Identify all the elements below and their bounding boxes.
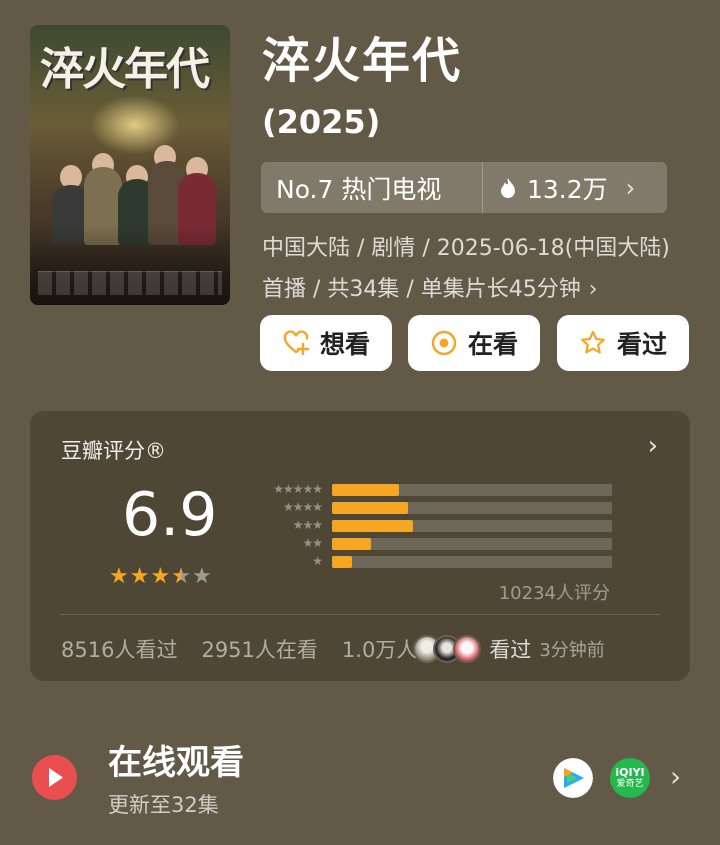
watched-label: 看过	[616, 330, 667, 359]
star-icon: ★	[129, 564, 150, 589]
show-title: 淬火年代	[262, 33, 463, 89]
star-half-icon: ★	[171, 564, 191, 589]
rating-score: 6.9	[122, 480, 218, 550]
target-icon	[431, 330, 457, 356]
friend-avatars[interactable]	[413, 635, 482, 663]
distribution-bar	[332, 537, 372, 550]
distribution-row: ★★★★★	[250, 483, 612, 496]
distribution-track	[332, 537, 612, 550]
chevron-right-icon: ›	[588, 277, 598, 302]
want-to-watch-label: 想看	[319, 330, 370, 359]
want-count: 1.0万人	[341, 638, 418, 662]
chevron-right-icon[interactable]: ›	[648, 431, 658, 461]
distribution-bar	[332, 483, 400, 496]
rating-card[interactable]: 豆瓣评分® › 6.9 ★ ★ ★ ★ ★ ★★★★★ ★★★★ ★★★ ★★ ★ 10…	[30, 411, 690, 681]
meta-text: 中国大陆 / 剧情 / 2025-06-18(中国大陆)首播 / 共34集 / …	[262, 236, 670, 302]
poster-title-logo: 淬火年代	[40, 44, 210, 95]
show-year: (2025)	[262, 103, 381, 141]
star-outline-icon	[581, 330, 605, 354]
distribution-stars: ★★★★	[282, 500, 323, 514]
watching-count: 2951人在看	[201, 638, 318, 662]
distribution-bar	[332, 555, 352, 568]
flame-icon	[501, 177, 515, 198]
distribution-stars: ★★	[302, 536, 323, 550]
chevron-right-icon[interactable]: ›	[670, 760, 681, 793]
avatar	[453, 635, 482, 663]
star-empty-icon: ★	[191, 564, 212, 589]
rank-label[interactable]: No.7 热门电视	[261, 162, 483, 213]
rating-footer[interactable]: 8516人看过 2951人在看 1.0万人 看过 3分钟前	[61, 633, 660, 665]
rating-title: 豆瓣评分®	[61, 439, 166, 463]
distribution-stars: ★	[312, 554, 323, 568]
heat-indicator[interactable]: 13.2万 ›	[483, 170, 667, 206]
distribution-row: ★★	[250, 537, 612, 550]
divider	[60, 614, 660, 615]
time-ago: 3分钟前	[539, 640, 605, 661]
distribution-track	[332, 501, 612, 514]
rating-stars: ★ ★ ★ ★ ★	[109, 565, 213, 589]
distribution-row: ★★★	[250, 519, 612, 532]
iqiyi-logo-text: iQIYI	[615, 765, 645, 779]
distribution-track	[332, 483, 612, 496]
watched-button[interactable]: 看过	[557, 315, 689, 371]
rating-count: 10234人评分	[498, 583, 610, 604]
friend-action: 看过	[489, 638, 532, 662]
tencent-video-icon[interactable]	[553, 758, 593, 798]
heart-plus-icon	[283, 330, 310, 356]
distribution-bar	[332, 519, 414, 532]
online-watch-title: 在线观看	[108, 743, 244, 783]
episode-update: 更新至32集	[108, 793, 219, 817]
distribution-track	[332, 555, 612, 568]
watched-count: 8516人看过	[61, 638, 178, 662]
distribution-bar	[332, 501, 408, 514]
want-to-watch-button[interactable]: 想看	[260, 315, 392, 371]
distribution-row: ★	[250, 555, 612, 568]
star-icon: ★	[150, 564, 171, 589]
distribution-stars: ★★★★★	[273, 482, 323, 496]
distribution-track	[332, 519, 612, 532]
ranking-pill[interactable]: No.7 热门电视 13.2万 ›	[261, 162, 667, 213]
heat-value: 13.2万	[527, 174, 608, 204]
chevron-right-icon: ›	[625, 173, 636, 202]
watching-label: 在看	[467, 330, 518, 359]
poster-credits	[38, 271, 222, 295]
watching-button[interactable]: 在看	[408, 315, 540, 371]
distribution-row: ★★★★	[250, 501, 612, 514]
iqiyi-icon[interactable]: iQIYI 爱奇艺	[610, 758, 650, 798]
poster-image[interactable]: 淬火年代	[30, 25, 230, 305]
iqiyi-logo-cn: 爱奇艺	[616, 778, 644, 789]
distribution-stars: ★★★	[292, 518, 323, 532]
star-icon: ★	[109, 564, 129, 589]
show-meta[interactable]: 中国大陆 / 剧情 / 2025-06-18(中国大陆)首播 / 共34集 / …	[262, 228, 672, 310]
play-icon[interactable]	[32, 755, 77, 800]
